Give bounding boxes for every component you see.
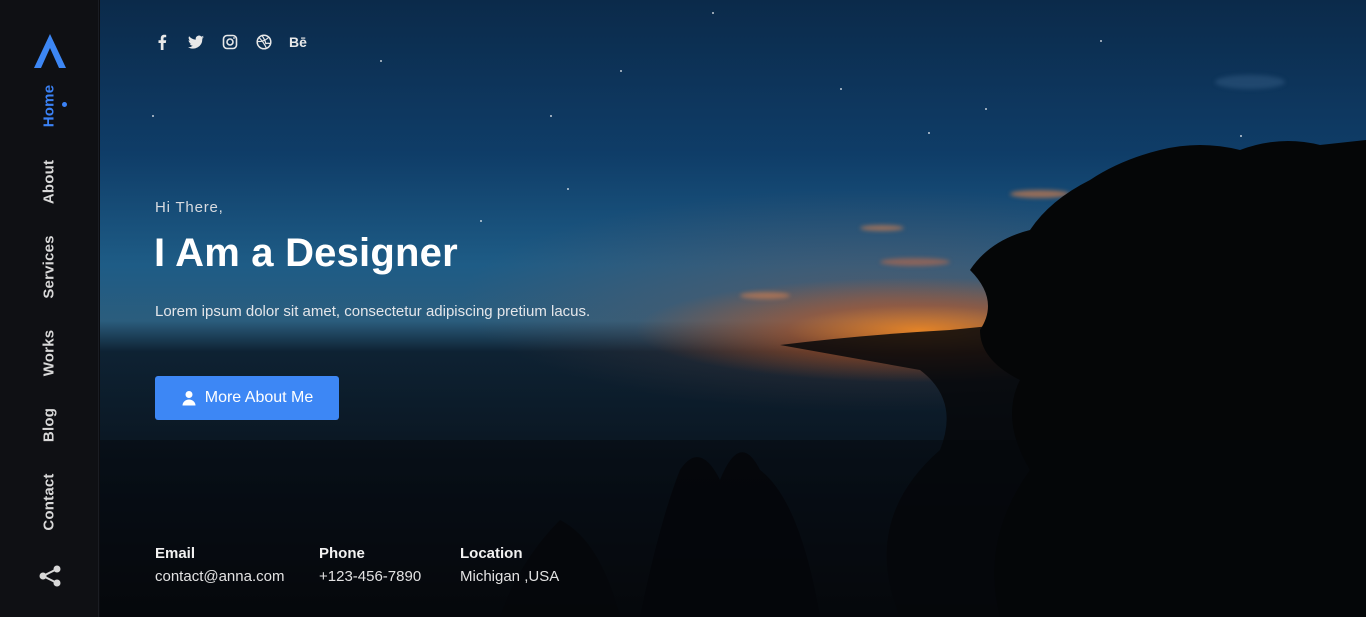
nav-services[interactable]: Services — [41, 235, 58, 298]
greeting-text: Hi There, — [155, 199, 224, 216]
nav-home[interactable]: Home — [41, 85, 58, 127]
hero-description: Lorem ipsum dolor sit amet, consectetur … — [155, 303, 591, 320]
twitter-icon[interactable] — [187, 33, 205, 51]
email-label: Email — [155, 545, 196, 562]
nav-blog[interactable]: Blog — [41, 408, 58, 442]
email-value[interactable]: contact@anna.com — [155, 568, 284, 585]
more-about-me-label: More About Me — [204, 389, 314, 406]
instagram-icon[interactable] — [221, 33, 239, 51]
active-indicator-dot — [62, 102, 67, 107]
phone-info: Phone +123-456-7890 — [319, 545, 421, 585]
logo-icon[interactable] — [32, 32, 68, 70]
user-icon — [182, 391, 196, 406]
nav-about[interactable]: About — [41, 160, 58, 204]
phone-value[interactable]: +123-456-7890 — [319, 568, 421, 585]
page-title: I Am a Designer — [154, 231, 458, 275]
nav-contact[interactable]: Contact — [41, 473, 58, 530]
facebook-icon[interactable] — [153, 33, 171, 51]
nav-works[interactable]: Works — [41, 330, 58, 377]
behance-label: Bē — [289, 34, 307, 50]
share-icon[interactable] — [38, 565, 62, 587]
location-label: Location — [460, 545, 523, 562]
social-links: Bē — [153, 33, 323, 51]
location-info: Location Michigan ,USA — [460, 545, 559, 585]
dribbble-icon[interactable] — [255, 33, 273, 51]
email-info: Email contact@anna.com — [155, 545, 284, 585]
location-value: Michigan ,USA — [460, 568, 560, 585]
behance-icon[interactable]: Bē — [289, 33, 307, 51]
more-about-me-button[interactable]: More About Me — [155, 376, 339, 420]
hero-section: Bē Hi There, I Am a Designer Lorem ipsum… — [100, 0, 1366, 617]
phone-label: Phone — [319, 545, 365, 562]
sidebar: Home About Services Works Blog Contact — [0, 0, 99, 617]
